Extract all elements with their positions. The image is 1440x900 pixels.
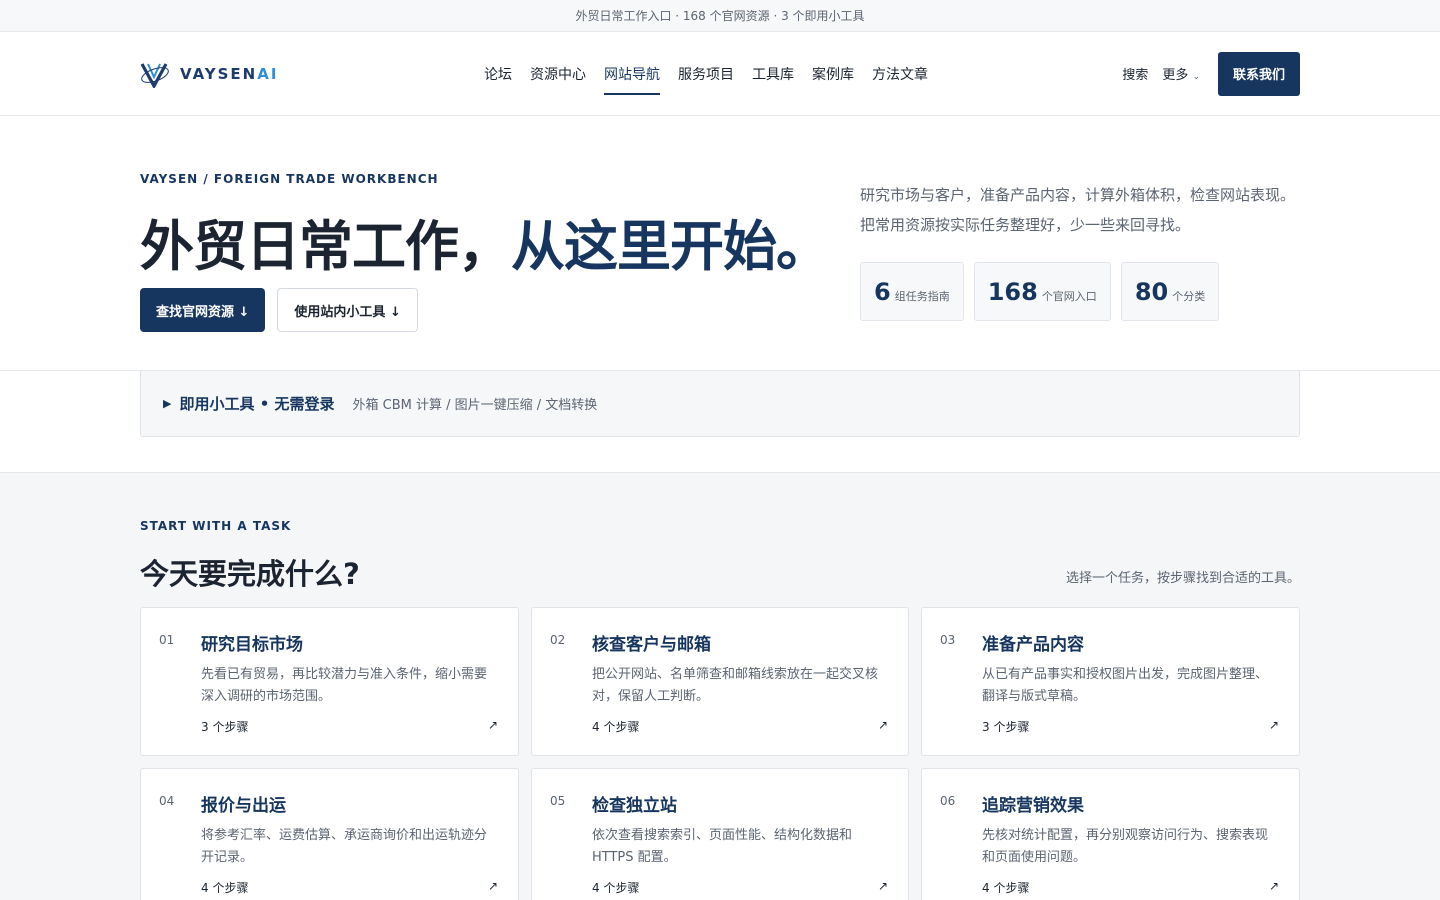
announcement-bar: 外贸日常工作入口 · 168 个官网资源 · 3 个即用小工具 bbox=[0, 0, 1440, 32]
stat-value: 80 bbox=[1134, 277, 1169, 306]
hero-eyebrow: VAYSEN / FOREIGN TRADE WORKBENCH bbox=[140, 172, 439, 186]
task-title: 报价与出运 bbox=[201, 796, 286, 816]
task-card[interactable]: 05 检查独立站 依次查看搜索索引、页面性能、结构化数据和 HTTPS 配置。 … bbox=[531, 768, 909, 900]
site-header: VAYSENAI 论坛 资源中心 网站导航 服务项目 工具库 案例库 方法文章 … bbox=[0, 32, 1440, 116]
task-number: 06 bbox=[940, 794, 956, 808]
task-description: 先看已有贸易，再比较潜力与准入条件，缩小需要深入调研的市场范围。 bbox=[201, 667, 488, 704]
task-description: 从已有产品事实和授权图片出发，完成图片整理、翻译与版式草稿。 bbox=[982, 667, 1269, 704]
logo-text: VAYSENAI bbox=[180, 64, 279, 83]
task-title: 检查独立站 bbox=[592, 796, 677, 816]
hero-section: VAYSEN / FOREIGN TRADE WORKBENCH 外贸日常工作，… bbox=[140, 116, 1300, 370]
nav-item-services[interactable]: 服务项目 bbox=[678, 32, 734, 115]
nav-item-site-directory[interactable]: 网站导航 bbox=[604, 32, 660, 115]
contact-button[interactable]: 联系我们 bbox=[1217, 51, 1300, 96]
nav-item-forum[interactable]: 论坛 bbox=[484, 32, 512, 115]
main-nav: 论坛 资源中心 网站导航 服务项目 工具库 案例库 方法文章 bbox=[484, 32, 928, 115]
chevron-down-icon: ⌄ bbox=[1192, 71, 1200, 82]
task-card[interactable]: 01 研究目标市场 先看已有贸易，再比较潜力与准入条件，缩小需要深入调研的市场范… bbox=[140, 607, 519, 756]
task-number: 01 bbox=[159, 633, 175, 647]
stat-label: 组任务指南 bbox=[894, 289, 950, 303]
tasks-title: 今天要完成什么? bbox=[140, 557, 360, 591]
tasks-note: 选择一个任务，按步骤找到合适的工具。 bbox=[1065, 571, 1300, 586]
task-number: 05 bbox=[550, 794, 566, 808]
task-title: 准备产品内容 bbox=[982, 635, 1084, 655]
task-title: 研究目标市场 bbox=[201, 635, 303, 655]
nav-item-cases[interactable]: 案例库 bbox=[812, 32, 854, 115]
arrow-up-right-icon: ↗ bbox=[1268, 879, 1279, 893]
nav-item-tools[interactable]: 工具库 bbox=[752, 32, 794, 115]
arrow-up-right-icon: ↗ bbox=[877, 879, 888, 893]
task-card[interactable]: 02 核查客户与邮箱 把公开网站、名单筛查和邮箱线索放在一起交叉核对，保留人工判… bbox=[531, 607, 909, 756]
arrow-up-right-icon: ↗ bbox=[877, 718, 888, 732]
task-steps: 3 个步骤 bbox=[201, 720, 249, 734]
task-number: 03 bbox=[940, 633, 956, 647]
task-steps: 4 个步骤 bbox=[592, 720, 640, 734]
tasks-section: START WITH A TASK 今天要完成什么? 选择一个任务，按步骤找到合… bbox=[0, 473, 1440, 900]
more-menu[interactable]: 更多 ⌄ bbox=[1162, 64, 1200, 83]
nav-item-resources[interactable]: 资源中心 bbox=[530, 32, 586, 115]
task-description: 把公开网站、名单筛查和邮箱线索放在一起交叉核对，保留人工判断。 bbox=[592, 667, 879, 704]
task-steps: 4 个步骤 bbox=[201, 881, 249, 895]
hero-title: 外贸日常工作，从这里开始。 bbox=[140, 215, 830, 278]
quick-tools-title: ▶ 即用小工具 • 无需登录 bbox=[163, 395, 335, 413]
site-logo[interactable]: VAYSENAI bbox=[140, 60, 278, 88]
task-card[interactable]: 06 追踪营销效果 先核对统计配置，再分别观察访问行为、搜索表现和页面使用问题。… bbox=[921, 768, 1300, 900]
stat-label: 个官网入口 bbox=[1041, 289, 1097, 303]
announcement-text: 外贸日常工作入口 · 168 个官网资源 · 3 个即用小工具 bbox=[575, 9, 865, 23]
task-card[interactable]: 04 报价与出运 将参考汇率、运费估算、承运商询价和出运轨迹分开记录。 4 个步… bbox=[140, 768, 519, 900]
task-description: 先核对统计配置，再分别观察访问行为、搜索表现和页面使用问题。 bbox=[982, 828, 1269, 865]
task-steps: 4 个步骤 bbox=[592, 881, 640, 895]
task-card[interactable]: 03 准备产品内容 从已有产品事实和授权图片出发，完成图片整理、翻译与版式草稿。… bbox=[921, 607, 1300, 756]
stat-value: 6 bbox=[874, 277, 891, 306]
hero-description: 研究市场与客户，准备产品内容，计算外箱体积，检查网站表现。把常用资源按实际任务整… bbox=[860, 186, 1296, 234]
search-link[interactable]: 搜索 bbox=[1122, 64, 1148, 83]
stat-label: 个分类 bbox=[1172, 289, 1206, 303]
hero-stats: 6 组任务指南 168 个官网入口 80 个分类 bbox=[860, 262, 1220, 321]
stat-categories: 80 个分类 bbox=[1120, 262, 1220, 321]
logo-mark-icon bbox=[140, 62, 169, 88]
arrow-up-right-icon: ↗ bbox=[487, 718, 498, 732]
hero-title-accent: 从这里开始。 bbox=[511, 215, 830, 278]
arrow-up-right-icon: ↗ bbox=[487, 879, 498, 893]
tasks-eyebrow: START WITH A TASK bbox=[140, 519, 292, 533]
expand-triangle-icon: ▶ bbox=[163, 397, 172, 410]
task-steps: 4 个步骤 bbox=[982, 881, 1030, 895]
task-description: 将参考汇率、运费估算、承运商询价和出运轨迹分开记录。 bbox=[201, 828, 488, 865]
task-description: 依次查看搜索索引、页面性能、结构化数据和 HTTPS 配置。 bbox=[592, 828, 853, 865]
task-steps: 3 个步骤 bbox=[982, 720, 1030, 734]
task-number: 04 bbox=[159, 794, 175, 808]
nav-item-articles[interactable]: 方法文章 bbox=[872, 32, 928, 115]
task-title: 追踪营销效果 bbox=[982, 796, 1084, 816]
stat-value: 168 bbox=[987, 277, 1038, 306]
quick-tools-subtitle: 外箱 CBM 计算 / 图片一键压缩 / 文档转换 bbox=[352, 398, 598, 413]
task-number: 02 bbox=[550, 633, 566, 647]
use-tools-button[interactable]: 使用站内小工具 ↓ bbox=[277, 288, 418, 332]
stat-entries: 168 个官网入口 bbox=[973, 262, 1111, 321]
find-resources-button[interactable]: 查找官网资源 ↓ bbox=[140, 288, 266, 332]
more-label: 更多 bbox=[1162, 68, 1189, 83]
stat-guides: 6 组任务指南 bbox=[860, 262, 964, 321]
task-title: 核查客户与邮箱 bbox=[592, 635, 711, 655]
quick-tools-toggle[interactable]: ▶ 即用小工具 • 无需登录 外箱 CBM 计算 / 图片一键压缩 / 文档转换 bbox=[140, 371, 1300, 437]
arrow-up-right-icon: ↗ bbox=[1268, 718, 1279, 732]
